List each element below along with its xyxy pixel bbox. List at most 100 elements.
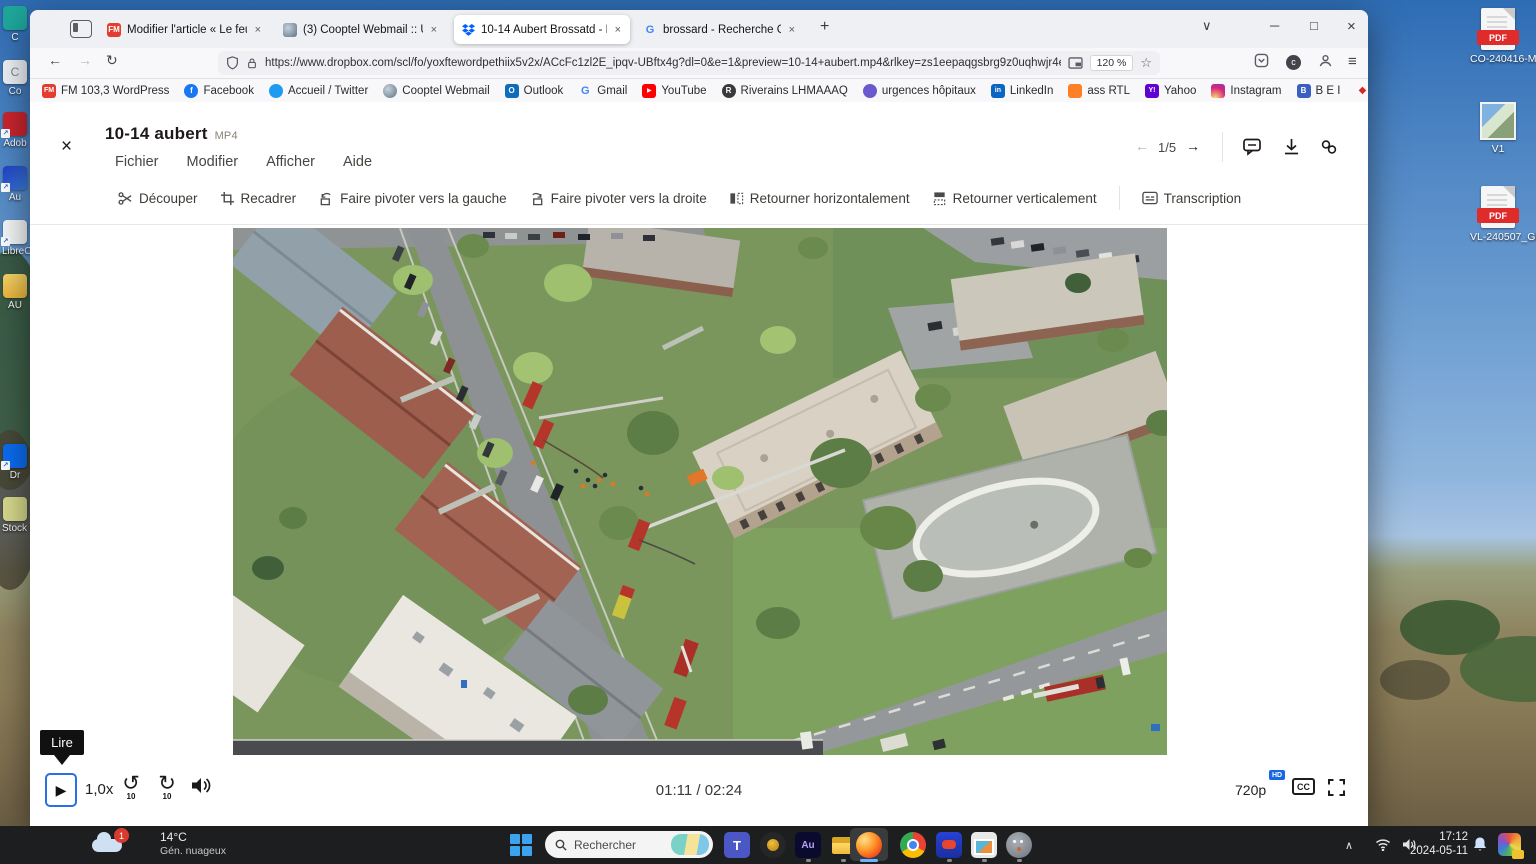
tab-google-search[interactable]: G brossard - Recherche Google × <box>636 15 804 44</box>
tab-dropbox-active[interactable]: 10-14 Aubert Brossatd - Dropbo × <box>454 15 630 44</box>
app-icon: ↗ <box>3 166 27 190</box>
account-icon[interactable] <box>1318 53 1333 68</box>
zoom-level-badge[interactable]: 120 % <box>1090 55 1134 71</box>
flip-horizontal-button[interactable]: Retourner horizontalement <box>729 191 910 206</box>
download-icon[interactable] <box>1283 138 1300 156</box>
search-icon <box>555 839 567 851</box>
dropbox-preview-page: × 10-14 aubertMP4 Fichier Modifier Affic… <box>30 102 1368 826</box>
bookmark-item[interactable]: BB E I <box>1297 84 1341 98</box>
copilot-icon[interactable] <box>760 832 786 858</box>
tab-close-icon[interactable]: × <box>429 24 439 36</box>
bookmark-star-icon[interactable]: ☆ <box>1140 55 1152 71</box>
lock-icon[interactable] <box>246 57 258 70</box>
photos-icon[interactable] <box>971 832 997 858</box>
pocket-icon[interactable] <box>1254 53 1269 68</box>
forward-button[interactable]: → <box>78 52 92 68</box>
webmail-icon <box>283 23 297 37</box>
crop-button[interactable]: Recadrer <box>220 191 297 206</box>
video-frame[interactable] <box>233 228 1167 755</box>
container-extension-icon[interactable]: c <box>1286 53 1301 70</box>
bookmark-item[interactable]: fFacebook <box>184 84 254 98</box>
desktop-icon-dropbox[interactable]: ↗Dr <box>2 444 28 481</box>
bookmark-item[interactable]: GGmail <box>578 84 627 98</box>
menu-hamburger-icon[interactable]: ≡ <box>1348 53 1357 70</box>
tracking-shield-icon[interactable] <box>226 56 239 70</box>
tray-expand-icon[interactable]: ∧ <box>1345 839 1353 852</box>
desktop-icon-folder[interactable]: AU <box>2 274 28 311</box>
gimp-icon[interactable] <box>1006 832 1032 858</box>
captions-button[interactable]: CC <box>1292 778 1315 795</box>
picture-in-picture-icon[interactable] <box>1068 57 1083 69</box>
menu-aide[interactable]: Aide <box>343 154 372 170</box>
running-indicator <box>1017 859 1022 862</box>
app-icon <box>3 497 27 521</box>
weather-widget[interactable]: 1 14°C Gén. nuageux <box>40 826 260 864</box>
bei-icon: B <box>1297 84 1311 98</box>
window-maximize-button[interactable]: □ <box>1310 18 1318 33</box>
taskbar-search[interactable]: Rechercher <box>545 831 713 858</box>
new-tab-button[interactable]: + <box>820 18 829 36</box>
firefox-view-icon[interactable] <box>70 20 92 38</box>
bookmark-item[interactable]: ◆douanes <box>1355 84 1368 98</box>
desktop-icon-stock[interactable]: Stock I <box>2 497 28 534</box>
desktop-icon-libreoffice[interactable]: ↗LibreC <box>2 220 28 257</box>
bookmark-item[interactable]: ▶YouTube <box>642 84 706 98</box>
audition-icon[interactable]: Au <box>795 832 821 858</box>
bookmark-item[interactable]: Instagram <box>1211 84 1281 98</box>
tab-wordpress[interactable]: FM Modifier l'article « Le feu jette à × <box>100 15 270 44</box>
teams-icon[interactable]: T <box>724 832 750 858</box>
desktop-icon-cooptel[interactable]: CCo <box>2 60 28 97</box>
desktop-icon-audition[interactable]: ↗Au <box>2 166 28 203</box>
menu-afficher[interactable]: Afficher <box>266 154 315 170</box>
bookmark-item[interactable]: RRiverains LHMAAAQ <box>722 84 848 98</box>
share-link-icon[interactable] <box>1320 138 1338 156</box>
copilot-tray-icon[interactable] <box>1498 833 1521 856</box>
desktop-icon-adobe[interactable]: ↗Adob <box>2 112 28 149</box>
next-file-arrow[interactable]: → <box>1186 138 1200 154</box>
desktop-icon-v1-image[interactable]: V1 <box>1470 102 1526 155</box>
transcription-button[interactable]: Transcription <box>1142 191 1242 206</box>
address-bar[interactable]: https://www.dropbox.com/scl/fo/yoxftewor… <box>218 51 1160 75</box>
rotate-left-button[interactable]: Faire pivoter vers la gauche <box>318 191 507 206</box>
fullscreen-button[interactable] <box>1328 779 1345 796</box>
taskbar-clock[interactable]: 17:12 2024-05-11 <box>1410 830 1468 858</box>
trim-button[interactable]: Découper <box>118 191 198 206</box>
tab-close-icon[interactable]: × <box>787 24 797 36</box>
chrome-icon[interactable] <box>900 832 926 858</box>
reload-button[interactable]: ↻ <box>106 52 118 69</box>
bookmark-item[interactable]: inLinkedIn <box>991 84 1053 98</box>
flip-vertical-button[interactable]: Retourner verticalement <box>932 191 1097 206</box>
bookmark-item[interactable]: urgences hôpitaux <box>863 84 976 98</box>
tab-close-icon[interactable]: × <box>613 24 623 36</box>
wifi-icon[interactable] <box>1375 838 1391 851</box>
window-close-button[interactable]: × <box>1347 18 1356 35</box>
bookmark-item[interactable]: Y!Yahoo <box>1145 84 1196 98</box>
notification-bell-icon[interactable] <box>1472 836 1488 853</box>
bookmark-item[interactable]: Accueil / Twitter <box>269 84 368 98</box>
wordpress-site-icon: FM <box>107 23 121 37</box>
comment-icon[interactable] <box>1243 138 1262 156</box>
back-button[interactable]: ← <box>48 52 62 68</box>
rotate-right-button[interactable]: Faire pivoter vers la droite <box>529 191 707 206</box>
outlook-icon: O <box>505 84 519 98</box>
bookmark-item[interactable]: ass RTL <box>1068 84 1130 98</box>
bookmark-item[interactable]: Cooptel Webmail <box>383 84 489 98</box>
desktop-icon-pdf-co[interactable]: PDF CO-240416-M... <box>1470 8 1526 65</box>
firefox-active-slot[interactable] <box>850 828 888 861</box>
bookmark-item[interactable]: OOutlook <box>505 84 564 98</box>
window-minimize-button[interactable]: ─ <box>1270 18 1279 33</box>
menu-fichier[interactable]: Fichier <box>115 154 159 170</box>
tab-close-icon[interactable]: × <box>253 24 263 36</box>
media-app-icon[interactable] <box>936 832 962 858</box>
quality-button[interactable]: 720p <box>1235 782 1266 798</box>
tab-webmail[interactable]: (3) Cooptel Webmail :: Un ince × <box>276 15 446 44</box>
close-preview-button[interactable]: × <box>61 136 72 158</box>
toolbar-divider <box>1119 186 1120 210</box>
start-button[interactable] <box>508 832 534 858</box>
previous-file-arrow[interactable]: ← <box>1135 138 1149 154</box>
desktop-icon-camtasia[interactable]: C <box>2 6 28 43</box>
tabs-dropdown-icon[interactable]: ∨ <box>1202 18 1212 34</box>
menu-modifier[interactable]: Modifier <box>187 154 239 170</box>
desktop-icon-pdf-vl[interactable]: PDF VL-240507_Glo... <box>1470 186 1526 243</box>
bookmark-item[interactable]: FMFM 103,3 WordPress <box>42 84 169 98</box>
